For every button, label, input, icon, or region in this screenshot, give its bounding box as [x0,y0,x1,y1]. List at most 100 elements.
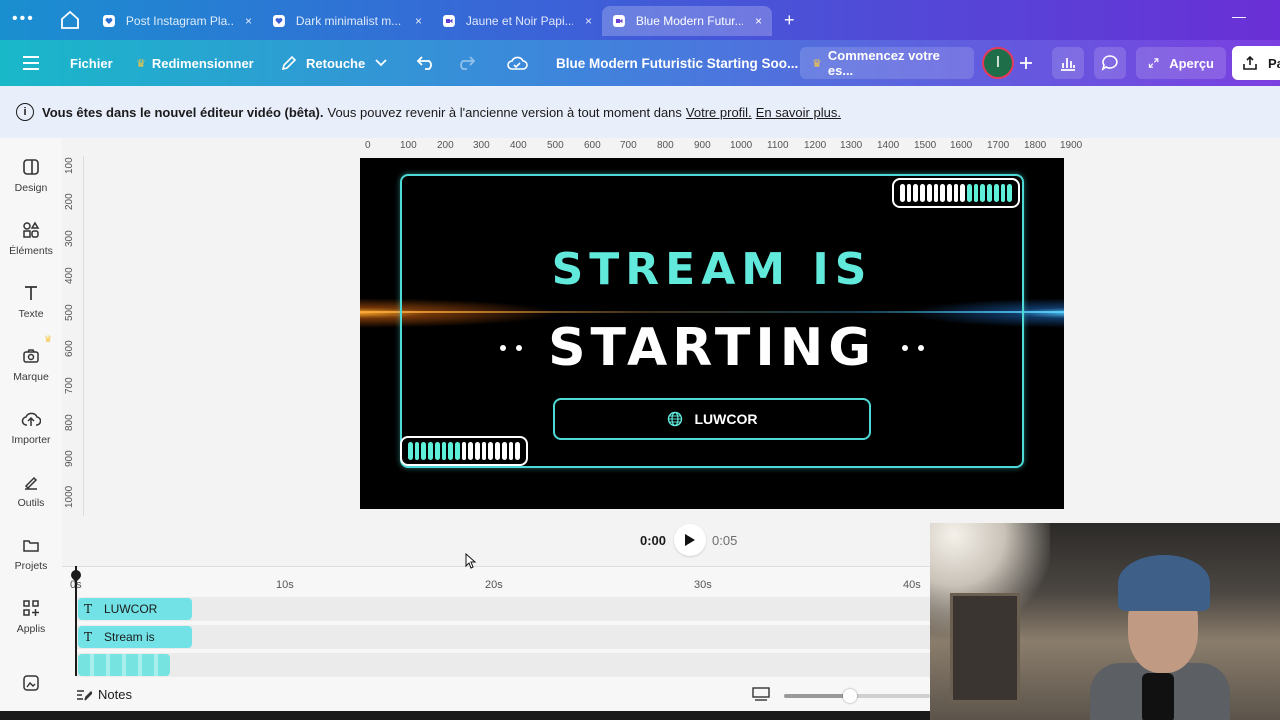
timeline-track[interactable]: T Stream is [76,625,930,649]
file-menu[interactable]: Fichier [70,40,113,86]
ruler-label: 900 [64,450,75,467]
browser-tab[interactable]: Jaune et Noir Papi... × [432,6,602,36]
ruler-label: 100 [400,140,417,151]
sidebar-item-projects[interactable]: Projets [0,536,62,594]
page-view-icon[interactable] [752,687,770,706]
text-clip[interactable]: T LUWCOR [78,598,192,620]
media-clip[interactable] [78,654,170,676]
home-icon[interactable] [58,8,82,32]
timeline-ruler[interactable]: 0s 10s 20s 30s 40s [62,566,930,594]
ruler-label: 1100 [767,140,789,151]
channel-name-box[interactable]: LUWCOR [553,398,871,440]
close-icon[interactable]: × [585,14,592,28]
text-icon: T [83,602,92,616]
headline-starting-group: STARTING [360,318,1064,378]
ruler-label: 1300 [840,140,863,151]
tab-label: Post Instagram Pla... [125,14,233,28]
banner-bold-text: Vous êtes dans le nouvel éditeur vidéo (… [42,104,324,120]
sidebar-item-design[interactable]: Design [0,158,62,216]
close-icon[interactable]: × [245,14,252,28]
webcam-background-shelf [950,593,1020,703]
notes-button[interactable]: Notes [76,687,132,702]
globe-icon [667,411,682,427]
crown-icon: ♛ [136,57,146,70]
info-icon: i [16,103,34,121]
ruler-label: 1900 [1060,140,1083,151]
headline-starting[interactable]: STARTING [548,318,876,378]
sidebar-item-label: Applis [16,623,46,635]
ruler-label: 400 [64,267,75,284]
time-mark: 40s [903,579,921,591]
sidebar-item-upload[interactable]: Importer [0,410,62,468]
zoom-slider-handle[interactable] [842,689,857,703]
analytics-icon[interactable] [1052,47,1084,79]
resize-button[interactable]: ♛ Redimensionner [136,40,254,86]
progress-bar-bottom-left[interactable] [400,436,528,466]
minimize-button[interactable]: — [1232,8,1246,24]
decor-dots-right [901,345,924,351]
design-icon [23,159,39,175]
play-button[interactable] [674,524,707,556]
magic-media-icon[interactable] [22,674,40,697]
comment-icon[interactable] [1094,47,1126,79]
notes-icon [77,689,92,700]
tools-icon [24,476,38,490]
play-icon [685,534,696,546]
ruler-label: 200 [437,140,454,151]
profile-link[interactable]: Votre profil. [686,105,752,120]
trial-label: Commencez votre es... [827,48,940,78]
timeline-track[interactable]: T LUWCOR [76,597,930,621]
decor-dots-left [500,345,523,351]
browser-tab[interactable]: Post Instagram Pla... × [92,6,262,36]
sidebar-item-label: Projets [14,560,48,572]
browser-tab-bar: ••• Post Instagram Pla... × Dark minimal… [0,0,1280,40]
headline-stream-is[interactable]: STREAM IS [360,244,1064,295]
close-icon[interactable]: × [415,14,422,28]
timeline-track[interactable] [76,653,930,677]
add-collaborator-icon[interactable] [1010,47,1042,79]
start-trial-button[interactable]: ♛ Commencez votre es... [800,47,974,79]
beta-info-banner: i Vous êtes dans le nouvel éditeur vidéo… [0,86,1280,138]
design-canvas[interactable]: STREAM IS STARTING LUWCOR [360,158,1064,509]
video-icon [442,15,455,27]
ruler-label: 800 [64,414,75,431]
preview-button[interactable]: Aperçu [1136,47,1226,79]
ruler-label: 1700 [987,140,1010,151]
close-icon[interactable]: × [755,14,762,28]
share-button[interactable]: Pa [1232,46,1280,80]
ruler-label: 800 [657,140,674,151]
zoom-slider[interactable] [784,689,930,703]
channel-name: LUWCOR [694,411,758,427]
tab-label: Jaune et Noir Papi... [465,14,573,28]
browser-tab[interactable]: Dark minimalist m... × [262,6,432,36]
sidebar-item-apps[interactable]: Applis [0,599,62,657]
undo-icon[interactable] [416,40,436,86]
top-ruler: 0 100 200 300 400 500 600 700 800 900 10… [360,138,1280,156]
browser-menu-icon[interactable]: ••• [12,10,38,30]
ruler-label: 700 [64,377,75,394]
ruler-label: 900 [694,140,711,151]
expand-icon [1148,58,1159,68]
webcam-microphone [1142,673,1174,720]
sidebar-item-text[interactable]: Texte [0,284,62,342]
playhead[interactable] [75,566,77,676]
sidebar-item-tools[interactable]: Outils [0,473,62,531]
cloud-saved-icon[interactable] [506,40,528,86]
retouch-menu[interactable]: Retouche [280,40,387,86]
sidebar-item-elements[interactable]: Éléments [0,221,62,279]
left-ruler: 100 200 300 400 500 600 700 800 900 1000 [62,156,84,516]
ruler-label: 100 [64,157,75,174]
redo-icon[interactable] [456,40,476,86]
progress-bar-top-right[interactable] [892,178,1020,208]
text-clip[interactable]: T Stream is [78,626,192,648]
crown-icon: ♛ [44,334,53,344]
document-title[interactable]: Blue Modern Futuristic Starting Soo... [556,40,798,86]
hamburger-icon[interactable] [22,40,40,86]
folder-icon [23,540,39,552]
learn-more-link[interactable]: En savoir plus. [756,105,841,120]
clip-label: Stream is [104,630,155,644]
time-mark: 20s [485,579,503,591]
new-tab-button[interactable]: + [784,10,795,31]
sidebar-item-brand[interactable]: Marque [0,347,62,405]
browser-tab-active[interactable]: Blue Modern Futur... × [602,6,772,36]
